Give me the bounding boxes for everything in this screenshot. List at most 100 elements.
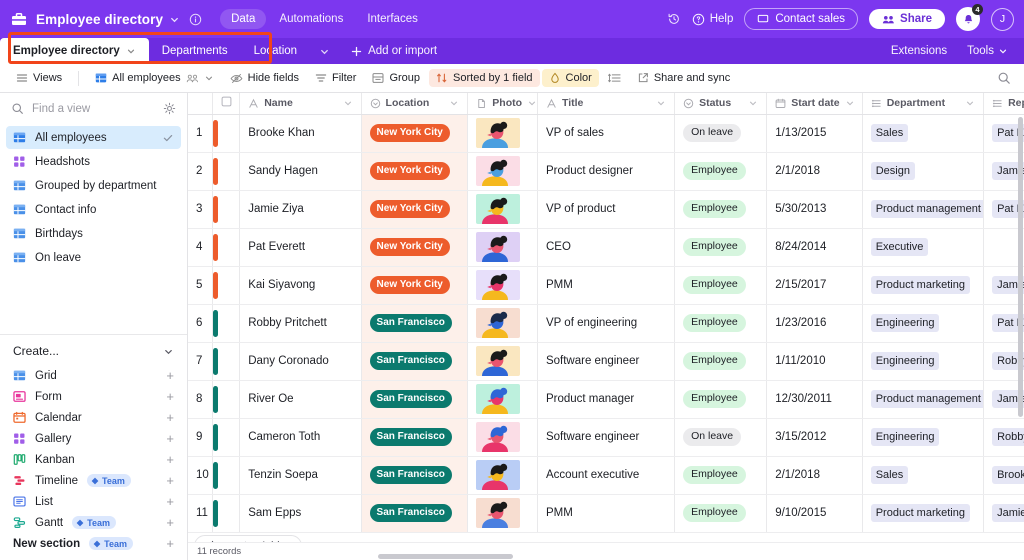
chevron-down-icon[interactable] [449,98,459,108]
table-row[interactable]: 6 Robby Pritchett San Francisco VP of engin… [188,304,1024,343]
header-department[interactable]: Department [862,93,985,115]
create-view-grid[interactable]: Grid + [6,365,181,386]
cell-photo[interactable] [467,380,538,419]
cell-title[interactable]: Product designer [537,152,676,191]
sidebar-item-headshots[interactable]: Headshots [6,150,181,173]
chevron-down-icon[interactable] [163,346,174,357]
cell-status[interactable]: On leave [674,418,768,457]
cell-photo[interactable] [467,152,538,191]
chevron-down-icon[interactable] [169,14,180,25]
add-with-ai-button[interactable]: Add... [230,537,301,542]
cell-status[interactable]: Employee [674,190,768,229]
cell-location[interactable]: New York City [361,152,469,191]
hide-fields-button[interactable]: Hide fields [223,69,306,88]
cell-start-date[interactable]: 2/1/2018 [766,152,863,191]
cell-photo[interactable] [467,418,538,457]
cell-start-date[interactable]: 1/23/2016 [766,304,863,343]
header-title[interactable]: Title [537,93,676,115]
table-row[interactable]: 1 Brooke Khan New York City VP of sales On l… [188,114,1024,153]
cell-title[interactable]: CEO [537,228,676,267]
chevron-down-icon[interactable] [343,98,353,108]
header-location[interactable]: Location [361,93,469,115]
cell-name[interactable]: Pat Everett [239,228,362,267]
plus-icon[interactable]: + [166,453,174,466]
chevron-down-icon[interactable] [126,46,136,56]
table-row[interactable]: 5 Kai Siyavong New York City PMM Employee 2/1… [188,266,1024,305]
cell-reports-to[interactable]: Brooke Khan [983,456,1024,495]
table-row[interactable]: 8 River Oe San Francisco Product manager Emp… [188,380,1024,419]
gear-icon[interactable] [163,102,176,115]
chevron-down-icon[interactable] [527,98,536,108]
tab-location[interactable]: Location [241,38,310,64]
group-button[interactable]: Group [365,69,427,87]
create-view-form[interactable]: Form + [6,386,181,407]
cell-status[interactable]: Employee [674,494,768,533]
cell-photo[interactable] [467,266,538,305]
notifications-button[interactable]: 4 [956,4,983,31]
header-start-date[interactable]: Start date [766,93,863,115]
cell-reports-to[interactable]: Jamie Ziya [983,494,1024,533]
cell-name[interactable]: Tenzin Soepa [239,456,362,495]
views-button[interactable]: Views [9,69,69,87]
cell-department[interactable]: Product management [862,190,985,229]
cell-start-date[interactable]: 1/11/2010 [766,342,863,381]
create-new-section[interactable]: New section Team + [6,533,181,554]
cell-name[interactable]: Dany Coronado [239,342,362,381]
cell-status[interactable]: Employee [674,304,768,343]
table-row[interactable]: 3 Jamie Ziya New York City VP of product Emp… [188,190,1024,229]
cell-department[interactable]: Design [862,152,985,191]
cell-location[interactable]: San Francisco [361,456,469,495]
sidebar-item-contact-info[interactable]: Contact info [6,198,181,221]
cell-photo[interactable] [467,342,538,381]
cell-start-date[interactable]: 9/10/2015 [766,494,863,533]
plus-icon[interactable]: + [166,474,174,487]
chevron-down-icon[interactable] [845,98,855,108]
chevron-down-icon[interactable] [748,98,758,108]
tab-departments[interactable]: Departments [149,38,241,64]
top-nav-data[interactable]: Data [220,9,267,29]
sidebar-item-birthdays[interactable]: Birthdays [6,222,181,245]
cell-department[interactable]: Executive [862,228,985,267]
cell-status[interactable]: On leave [674,114,768,153]
top-nav-interfaces[interactable]: Interfaces [356,9,429,29]
avatar[interactable]: J [991,7,1014,31]
create-view-gantt[interactable]: Gantt Team + [6,512,181,533]
color-button[interactable]: Color [541,69,599,87]
cell-department[interactable]: Product marketing [862,266,985,305]
cell-title[interactable]: Software engineer [537,418,676,457]
share-button[interactable]: Share [869,9,945,29]
header-select-all[interactable] [212,93,241,115]
chevron-down-icon[interactable] [204,73,214,83]
create-view-kanban[interactable]: Kanban + [6,449,181,470]
sidebar-item-grouped-by-department[interactable]: Grouped by department [6,174,181,197]
create-view-calendar[interactable]: Calendar + [6,407,181,428]
cell-name[interactable]: Sam Epps [239,494,362,533]
header-name[interactable]: Name [239,93,362,115]
cell-photo[interactable] [467,304,538,343]
cell-status[interactable]: Employee [674,456,768,495]
cell-photo[interactable] [467,114,538,153]
cell-location[interactable]: San Francisco [361,380,469,419]
row-height-button[interactable] [601,69,628,87]
cell-department[interactable]: Engineering [862,342,985,381]
header-reports-to[interactable]: Reports to [983,93,1024,115]
cell-status[interactable]: Employee [674,228,768,267]
table-row[interactable]: 2 Sandy Hagen New York City Product designe… [188,152,1024,191]
tools-button[interactable]: Tools [959,45,1016,57]
cell-department[interactable]: Engineering [862,418,985,457]
create-view-timeline[interactable]: Timeline Team + [6,470,181,491]
cell-name[interactable]: Cameron Toth [239,418,362,457]
create-section-header[interactable]: Create... [0,335,187,365]
help-button[interactable]: Help [692,13,733,26]
cell-location[interactable]: New York City [361,266,469,305]
horizontal-scrollbar[interactable] [378,554,513,559]
contact-sales-button[interactable]: Contact sales [744,8,859,30]
create-view-gallery[interactable]: Gallery + [6,428,181,449]
cell-start-date[interactable]: 8/24/2014 [766,228,863,267]
cell-department[interactable]: Sales [862,114,985,153]
cell-name[interactable]: Jamie Ziya [239,190,362,229]
share-and-sync-button[interactable]: Share and sync [630,69,737,87]
info-icon[interactable] [189,13,202,26]
cell-title[interactable]: PMM [537,266,676,305]
tab-employee-directory[interactable]: Employee directory [0,38,149,64]
